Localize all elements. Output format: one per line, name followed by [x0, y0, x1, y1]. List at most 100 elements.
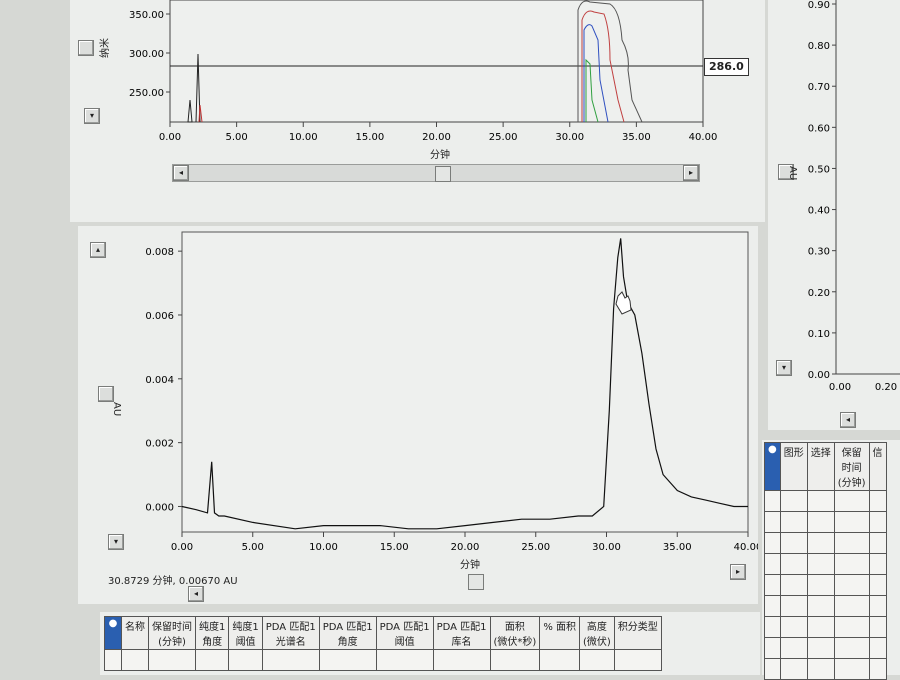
table-cell[interactable]	[318, 649, 377, 671]
table-cell[interactable]	[868, 532, 887, 554]
column-header[interactable]: 图形	[779, 442, 808, 491]
table-cell[interactable]	[539, 649, 580, 671]
table-cell[interactable]	[194, 649, 230, 671]
column-header[interactable]: 面积 (微伏*秒)	[489, 616, 541, 650]
table-row[interactable]	[764, 553, 887, 575]
table-cell[interactable]	[779, 553, 808, 575]
table-cell[interactable]	[868, 595, 887, 617]
column-header[interactable]: 纯度1 角度	[194, 616, 230, 650]
chromatogram-scroll-right[interactable]: ▸	[730, 564, 746, 580]
row-selector-icon[interactable]: ●	[764, 442, 781, 491]
table-cell[interactable]	[579, 649, 615, 671]
table-cell[interactable]	[779, 595, 808, 617]
table-row[interactable]	[764, 616, 887, 638]
row-selector-icon[interactable]: ●	[104, 616, 122, 650]
column-header[interactable]: % 面积	[539, 616, 580, 650]
table-cell[interactable]	[868, 616, 887, 638]
column-header[interactable]: 纯度1 阈值	[228, 616, 263, 650]
column-header[interactable]: 保留时间(分钟)	[148, 616, 196, 650]
table-cell[interactable]	[779, 574, 808, 596]
table-cell[interactable]	[779, 511, 808, 533]
contour-horizontal-scrollbar[interactable]: ◂ ▸	[172, 164, 700, 182]
table-cell[interactable]	[764, 574, 781, 596]
contour-plot: 350.00 300.00 250.00 0.00 5.00 10.00 15.00 20.…	[129, 0, 717, 143]
table-cell[interactable]	[833, 490, 870, 512]
table-cell[interactable]	[806, 553, 835, 575]
table-cell[interactable]	[833, 616, 870, 638]
x-tick-label: 20.00	[451, 542, 480, 553]
column-header[interactable]: PDA 匹配1 阈值	[375, 616, 434, 650]
table-cell[interactable]	[833, 595, 870, 617]
table-row[interactable]	[764, 658, 887, 680]
table-cell[interactable]	[868, 490, 887, 512]
column-header[interactable]: PDA 匹配1 库名	[432, 616, 491, 650]
x-tick-label: 0.20	[875, 382, 897, 393]
table-cell[interactable]	[121, 649, 149, 671]
table-row[interactable]	[764, 532, 887, 554]
table-cell[interactable]	[764, 511, 781, 533]
column-header[interactable]: 信	[868, 442, 887, 491]
table-cell[interactable]	[806, 595, 835, 617]
table-cell[interactable]	[764, 490, 781, 512]
table-cell[interactable]	[779, 532, 808, 554]
table-cell[interactable]	[489, 649, 541, 671]
wavelength-value[interactable]: 286.0	[704, 58, 749, 76]
table-cell[interactable]	[833, 532, 870, 554]
table-cell[interactable]	[806, 637, 835, 659]
column-header[interactable]: PDA 匹配1 角度	[318, 616, 377, 650]
scroll-right-arrow[interactable]: ▸	[683, 165, 699, 181]
contour-x-ticks: 0.00 5.00 10.00 15.00 20.00 25.00 30.00 35.00 40…	[159, 122, 717, 143]
chromatogram-scroll-left[interactable]: ◂	[188, 586, 204, 602]
table-cell[interactable]	[806, 574, 835, 596]
table-cell[interactable]	[764, 532, 781, 554]
table-cell[interactable]	[764, 595, 781, 617]
column-header[interactable]: 名称	[121, 616, 149, 650]
table-row[interactable]	[764, 574, 887, 596]
table-cell[interactable]	[779, 658, 808, 680]
scroll-left-arrow[interactable]: ◂	[173, 165, 189, 181]
table-cell[interactable]	[833, 574, 870, 596]
table-cell[interactable]	[764, 637, 781, 659]
table-row[interactable]	[104, 649, 662, 671]
scroll-thumb[interactable]	[435, 166, 451, 182]
table-cell[interactable]	[148, 649, 196, 671]
table-cell[interactable]	[764, 553, 781, 575]
table-cell[interactable]	[806, 658, 835, 680]
table-cell[interactable]	[779, 616, 808, 638]
table-cell[interactable]	[833, 658, 870, 680]
table-row[interactable]	[764, 637, 887, 659]
table-cell[interactable]	[833, 637, 870, 659]
table-cell[interactable]	[104, 649, 122, 671]
table-cell[interactable]	[833, 511, 870, 533]
x-tick-label: 10.00	[289, 132, 318, 143]
table-cell[interactable]	[806, 511, 835, 533]
column-header[interactable]: 选择	[806, 442, 835, 491]
table-cell[interactable]	[868, 637, 887, 659]
table-cell[interactable]	[779, 490, 808, 512]
table-cell[interactable]	[806, 616, 835, 638]
chromatogram-scroll-thumb[interactable]	[468, 574, 484, 590]
table-cell[interactable]	[228, 649, 263, 671]
table-cell[interactable]	[779, 637, 808, 659]
table-cell[interactable]	[613, 649, 662, 671]
table-cell[interactable]	[868, 553, 887, 575]
table-cell[interactable]	[868, 574, 887, 596]
table-cell[interactable]	[833, 553, 870, 575]
table-cell[interactable]	[764, 658, 781, 680]
table-cell[interactable]	[432, 649, 491, 671]
spectrum-scroll-left[interactable]: ◂	[840, 412, 856, 428]
table-cell[interactable]	[375, 649, 434, 671]
column-header[interactable]: 积分类型	[613, 616, 662, 650]
table-row[interactable]	[764, 595, 887, 617]
table-cell[interactable]	[261, 649, 320, 671]
table-row[interactable]	[764, 511, 887, 533]
column-header[interactable]: 保留时间(分钟)	[833, 442, 870, 491]
column-header[interactable]: PDA 匹配1 光谱名	[261, 616, 320, 650]
column-header[interactable]: 高度 (微伏)	[579, 616, 615, 650]
table-cell[interactable]	[764, 616, 781, 638]
table-cell[interactable]	[868, 511, 887, 533]
table-row[interactable]	[764, 490, 887, 512]
table-cell[interactable]	[806, 490, 835, 512]
table-cell[interactable]	[806, 532, 835, 554]
table-cell[interactable]	[868, 658, 887, 680]
